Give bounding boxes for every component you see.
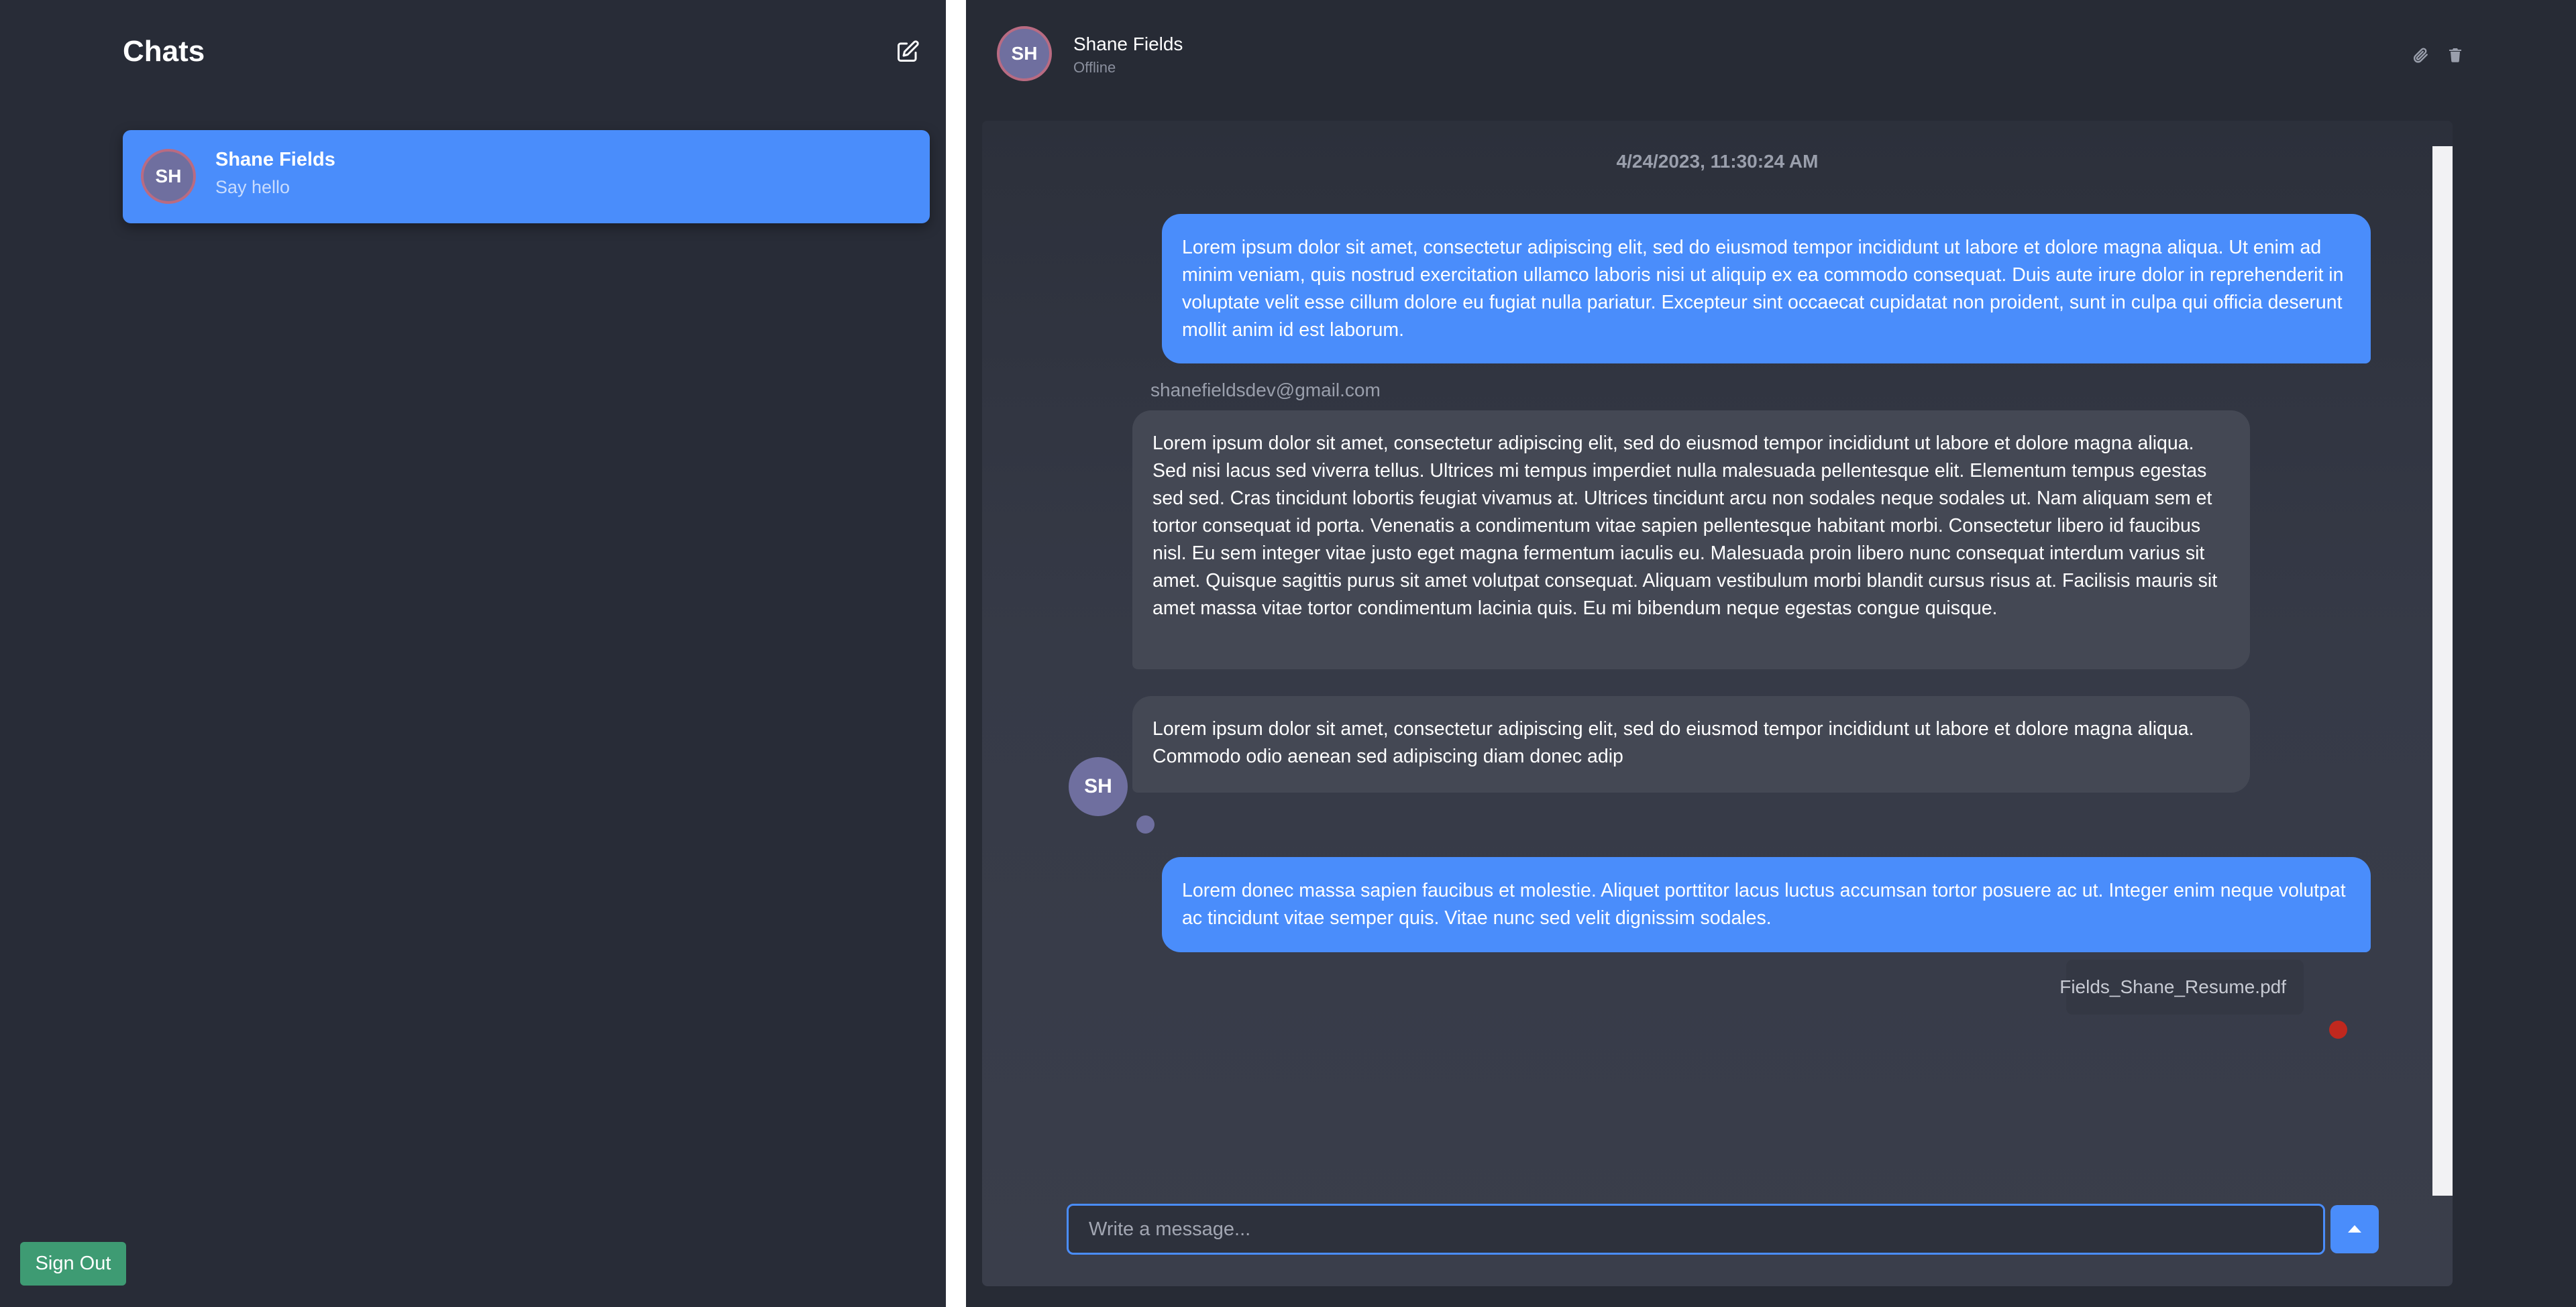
send-arrow-icon <box>2348 1225 2361 1233</box>
send-button[interactable] <box>2330 1205 2379 1253</box>
incoming-message: Lorem ipsum dolor sit amet, consectetur … <box>1132 410 2250 669</box>
sender-email: shanefieldsdev@gmail.com <box>1150 380 1381 400</box>
attach-button[interactable] <box>2407 42 2434 68</box>
attachment-link[interactable]: Fields_Shane_Resume.pdf <box>2059 960 2304 1015</box>
sidebar-title: Chats <box>123 35 205 68</box>
avatar: SH <box>141 149 196 204</box>
outgoing-message: Lorem ipsum dolor sit amet, consectetur … <box>1162 214 2371 363</box>
attachment-filename: Fields_Shane_Resume.pdf <box>2059 976 2286 997</box>
chat-header: SH Shane Fields Offline <box>966 0 2576 114</box>
contact-name: Shane Fields <box>1073 34 1183 54</box>
paperclip-icon <box>2413 48 2428 63</box>
compose-button[interactable] <box>891 35 924 68</box>
chat-item-name: Shane Fields <box>215 149 335 170</box>
sign-out-button[interactable]: Sign Out <box>20 1242 126 1286</box>
read-indicator <box>1136 815 1155 834</box>
outgoing-message: Lorem donec massa sapien faucibus et mol… <box>1162 857 2371 952</box>
chat-app: Chats SH Shane Fields Say hello Sign Out… <box>0 0 2576 1307</box>
chat-list-item[interactable]: SH Shane Fields Say hello <box>123 130 930 223</box>
message-timestamp: 4/24/2023, 11:30:24 AM <box>1616 151 1819 172</box>
trash-icon <box>2449 48 2461 62</box>
chat-panel: SH Shane Fields Offline 4/24/2023, 11:30… <box>966 0 2576 1307</box>
sender-avatar: SH <box>1069 757 1128 816</box>
contact-status: Offline <box>1073 59 1116 76</box>
incoming-message: Lorem ipsum dolor sit amet, consectetur … <box>1132 696 2250 793</box>
message-input[interactable] <box>1067 1204 2325 1255</box>
sidebar: Chats SH Shane Fields Say hello Sign Out <box>0 0 946 1307</box>
messages-scrollbar[interactable] <box>2432 146 2453 1196</box>
delete-chat-button[interactable] <box>2442 42 2469 68</box>
compose-icon <box>898 40 919 62</box>
contact-avatar: SH <box>997 26 1052 81</box>
chat-item-preview: Say hello <box>215 177 290 197</box>
panel-divider <box>946 0 966 1307</box>
unread-indicator <box>2329 1021 2347 1039</box>
